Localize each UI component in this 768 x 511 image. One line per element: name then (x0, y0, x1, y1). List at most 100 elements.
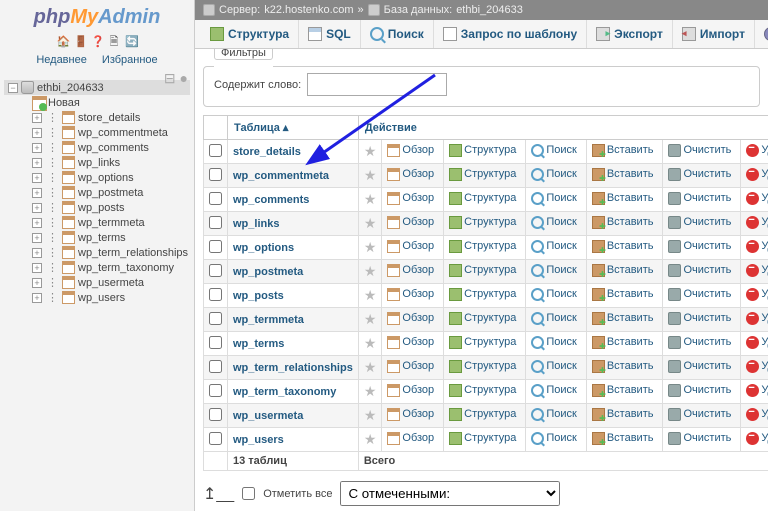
row-checkbox[interactable] (209, 408, 222, 421)
insert-link[interactable]: Вставить (592, 216, 654, 229)
row-checkbox[interactable] (209, 192, 222, 205)
drop-link[interactable]: Удалить (746, 192, 768, 205)
browse-link[interactable]: Обзор (387, 144, 434, 157)
tab-operations[interactable]: Операции (755, 20, 768, 48)
table-name-link[interactable]: wp_users (233, 434, 284, 446)
empty-link[interactable]: Очистить (668, 216, 731, 229)
table-name-link[interactable]: store_details (233, 146, 301, 158)
star-icon[interactable]: ★ (364, 287, 377, 303)
star-icon[interactable]: ★ (364, 431, 377, 447)
drop-link[interactable]: Удалить (746, 432, 768, 445)
expand-toggle-icon[interactable]: + (32, 263, 42, 273)
drop-link[interactable]: Удалить (746, 216, 768, 229)
drop-link[interactable]: Удалить (746, 336, 768, 349)
browse-link[interactable]: Обзор (387, 168, 434, 181)
browse-link[interactable]: Обзор (387, 432, 434, 445)
table-node[interactable]: +⋮wp_term_taxonomy (4, 260, 190, 275)
row-checkbox[interactable] (209, 144, 222, 157)
tab-query[interactable]: Запрос по шаблону (434, 20, 587, 48)
search-link[interactable]: Поиск (531, 288, 576, 301)
drop-link[interactable]: Удалить (746, 144, 768, 157)
filter-input[interactable] (307, 73, 447, 96)
tab-search[interactable]: Поиск (361, 20, 434, 48)
empty-link[interactable]: Очистить (668, 360, 731, 373)
empty-link[interactable]: Очистить (668, 288, 731, 301)
table-node[interactable]: +⋮wp_terms (4, 230, 190, 245)
tab-export[interactable]: Экспорт (587, 20, 673, 48)
star-icon[interactable]: ★ (364, 167, 377, 183)
table-node[interactable]: +⋮wp_term_relationships (4, 245, 190, 260)
insert-link[interactable]: Вставить (592, 240, 654, 253)
structure-link[interactable]: Структура (449, 240, 516, 253)
reload-icon[interactable]: 🔄 (125, 35, 137, 47)
bc-db-value[interactable]: ethbi_204633 (456, 4, 523, 16)
expand-toggle-icon[interactable]: + (32, 158, 42, 168)
table-name-link[interactable]: wp_posts (233, 290, 284, 302)
db-node[interactable]: − ethbi_204633 (4, 80, 190, 95)
structure-link[interactable]: Структура (449, 336, 516, 349)
row-checkbox[interactable] (209, 264, 222, 277)
browse-link[interactable]: Обзор (387, 312, 434, 325)
structure-link[interactable]: Структура (449, 312, 516, 325)
table-node[interactable]: +⋮store_details (4, 110, 190, 125)
empty-link[interactable]: Очистить (668, 384, 731, 397)
row-checkbox[interactable] (209, 168, 222, 181)
row-checkbox[interactable] (209, 216, 222, 229)
home-icon[interactable]: 🏠 (57, 35, 69, 47)
insert-link[interactable]: Вставить (592, 312, 654, 325)
bc-server-value[interactable]: k22.hostenko.com (264, 4, 353, 16)
expand-toggle-icon[interactable]: + (32, 143, 42, 153)
search-link[interactable]: Поиск (531, 216, 576, 229)
star-icon[interactable]: ★ (364, 215, 377, 231)
insert-link[interactable]: Вставить (592, 168, 654, 181)
search-link[interactable]: Поиск (531, 408, 576, 421)
expand-toggle-icon[interactable]: + (32, 233, 42, 243)
search-link[interactable]: Поиск (531, 192, 576, 205)
table-name-link[interactable]: wp_term_relationships (233, 362, 353, 374)
structure-link[interactable]: Структура (449, 432, 516, 445)
check-all-checkbox[interactable] (242, 487, 255, 500)
star-icon[interactable]: ★ (364, 311, 377, 327)
search-link[interactable]: Поиск (531, 432, 576, 445)
search-link[interactable]: Поиск (531, 312, 576, 325)
drop-link[interactable]: Удалить (746, 264, 768, 277)
new-table-node[interactable]: Новая (4, 95, 190, 110)
expand-toggle-icon[interactable]: + (32, 113, 42, 123)
table-name-link[interactable]: wp_terms (233, 338, 284, 350)
structure-link[interactable]: Структура (449, 360, 516, 373)
empty-link[interactable]: Очистить (668, 264, 731, 277)
tab-import[interactable]: Импорт (673, 20, 755, 48)
favorites-link[interactable]: Избранное (102, 54, 158, 66)
table-node[interactable]: +⋮wp_comments (4, 140, 190, 155)
row-checkbox[interactable] (209, 240, 222, 253)
search-link[interactable]: Поиск (531, 264, 576, 277)
empty-link[interactable]: Очистить (668, 432, 731, 445)
browse-link[interactable]: Обзор (387, 360, 434, 373)
search-link[interactable]: Поиск (531, 336, 576, 349)
table-node[interactable]: +⋮wp_commentmeta (4, 125, 190, 140)
empty-link[interactable]: Очистить (668, 336, 731, 349)
sql-icon[interactable]: 🗎 (108, 33, 120, 45)
insert-link[interactable]: Вставить (592, 360, 654, 373)
search-link[interactable]: Поиск (531, 168, 576, 181)
expand-toggle-icon[interactable]: + (32, 293, 42, 303)
table-name-link[interactable]: wp_comments (233, 194, 309, 206)
expand-toggle-icon[interactable]: + (32, 188, 42, 198)
insert-link[interactable]: Вставить (592, 264, 654, 277)
table-name-link[interactable]: wp_links (233, 218, 279, 230)
star-icon[interactable]: ★ (364, 143, 377, 159)
browse-link[interactable]: Обзор (387, 264, 434, 277)
expand-toggle-icon[interactable]: + (32, 128, 42, 138)
docs-icon[interactable]: ❓ (91, 35, 103, 47)
browse-link[interactable]: Обзор (387, 192, 434, 205)
search-link[interactable]: Поиск (531, 384, 576, 397)
structure-link[interactable]: Структура (449, 384, 516, 397)
table-node[interactable]: +⋮wp_options (4, 170, 190, 185)
expand-toggle-icon[interactable]: + (32, 278, 42, 288)
collapse-toggle-icon[interactable]: − (8, 83, 18, 93)
star-icon[interactable]: ★ (364, 263, 377, 279)
expand-toggle-icon[interactable]: + (32, 173, 42, 183)
drop-link[interactable]: Удалить (746, 240, 768, 253)
row-checkbox[interactable] (209, 360, 222, 373)
star-icon[interactable]: ★ (364, 239, 377, 255)
